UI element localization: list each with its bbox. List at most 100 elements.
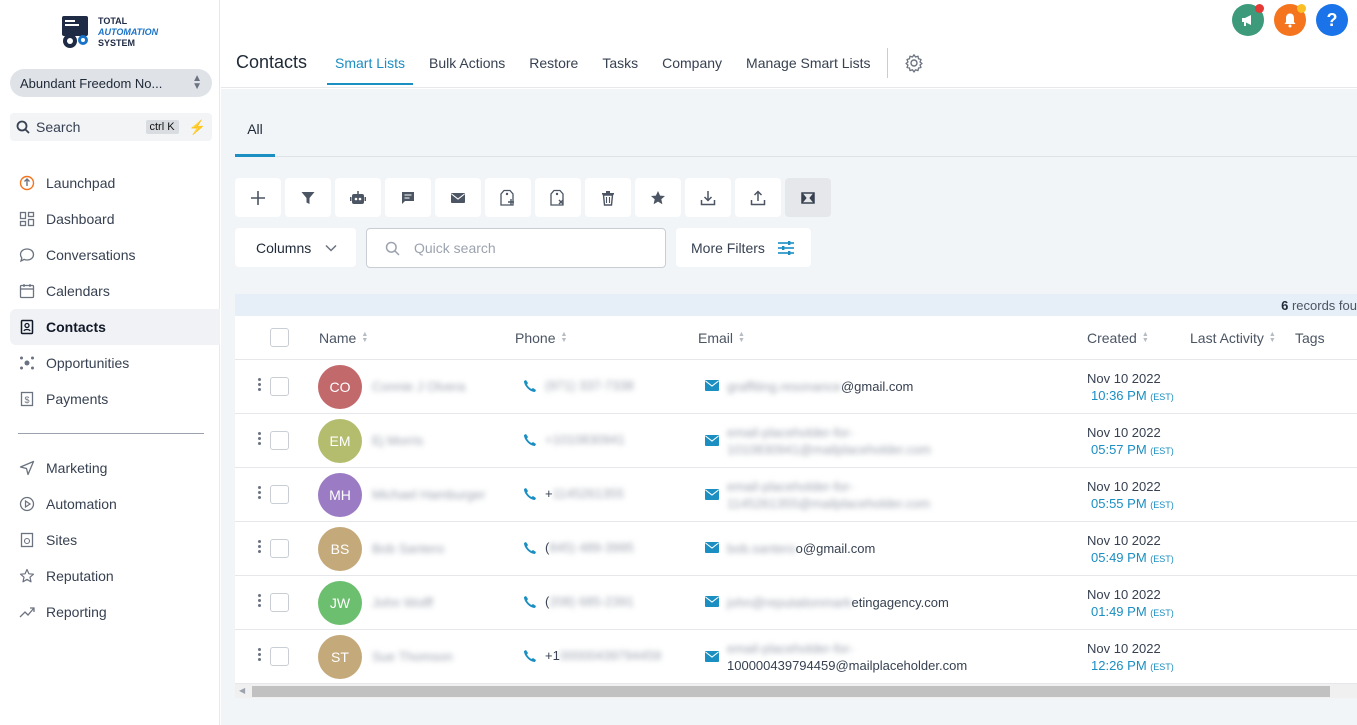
select-all-checkbox[interactable] xyxy=(270,328,289,347)
send-sms-button[interactable] xyxy=(385,178,431,217)
sidebar-item-sites[interactable]: Sites xyxy=(10,522,220,558)
column-header-tags[interactable]: Tags xyxy=(1295,330,1325,346)
tab-smart-lists[interactable]: Smart Lists xyxy=(327,45,414,85)
table-row[interactable]: EM Ej Morris +1010830941 email-placehold… xyxy=(235,414,1357,468)
sidebar-item-reporting[interactable]: Reporting xyxy=(10,594,220,630)
sidebar-item-contacts[interactable]: Contacts xyxy=(10,309,220,345)
sidebar-item-conversations[interactable]: Conversations xyxy=(10,237,220,273)
row-checkbox[interactable] xyxy=(270,593,289,612)
contact-name[interactable]: Sue Thomson xyxy=(372,649,453,664)
avatar[interactable]: JW xyxy=(318,581,362,625)
quick-action-bolt-icon[interactable]: ⚡ xyxy=(189,119,206,136)
contact-phone[interactable]: (845) 489-3995 xyxy=(523,540,634,555)
contact-phone[interactable]: +1010830941 xyxy=(523,432,625,447)
column-header-last-activity[interactable]: Last Activity ▲ ▼ xyxy=(1190,330,1276,346)
drag-handle-icon[interactable] xyxy=(258,594,261,607)
merge-contacts-button[interactable] xyxy=(785,178,831,217)
tab-restore[interactable]: Restore xyxy=(521,45,586,85)
drag-handle-icon[interactable] xyxy=(258,486,261,499)
horizontal-scrollbar[interactable]: ◀ xyxy=(235,684,1357,698)
add-contact-button[interactable] xyxy=(235,178,281,217)
tab-company[interactable]: Company xyxy=(654,45,730,85)
automation-button[interactable] xyxy=(335,178,381,217)
sidebar-item-opportunities[interactable]: Opportunities xyxy=(10,345,220,381)
created-date: Nov 10 2022 05:49 PM (EST) xyxy=(1087,533,1174,565)
created-date: Nov 10 2022 01:49 PM (EST) xyxy=(1087,587,1174,619)
created-date: Nov 10 2022 05:55 PM (EST) xyxy=(1087,479,1174,511)
contact-phone[interactable]: (208) 685-2391 xyxy=(523,594,634,609)
table-row[interactable]: CO Connie J Olvera (971) 337-7338 graffi… xyxy=(235,360,1357,414)
avatar[interactable]: MH xyxy=(318,473,362,517)
sidebar-item-launchpad[interactable]: Launchpad xyxy=(10,165,220,201)
sidebar-item-reputation[interactable]: Reputation xyxy=(10,558,220,594)
avatar[interactable]: CO xyxy=(318,365,362,409)
sort-icon: ▲ ▼ xyxy=(738,331,745,344)
table-row[interactable]: BS Bob Santero (845) 489-3995 bob.santer… xyxy=(235,522,1357,576)
quick-search-input[interactable] xyxy=(414,240,634,256)
location-switcher[interactable]: Abundant Freedom No... ▲ ▼ xyxy=(10,69,212,97)
row-checkbox[interactable] xyxy=(270,647,289,666)
contact-name[interactable]: Connie J Olvera xyxy=(372,379,465,394)
row-checkbox[interactable] xyxy=(270,431,289,450)
contact-name[interactable]: Michael Hamburger xyxy=(372,487,485,502)
contact-name[interactable]: Ej Morris xyxy=(372,433,423,448)
contact-name[interactable]: John Wolff xyxy=(372,595,433,610)
filter-icon xyxy=(300,190,316,206)
contact-email[interactable]: email-placeholder-for- 1145261355@mailpla… xyxy=(705,478,930,512)
contact-phone[interactable]: +1145261355 xyxy=(523,486,624,501)
avatar[interactable]: EM xyxy=(318,419,362,463)
brand-logo[interactable]: TOTAL AUTOMATION SYSTEM xyxy=(60,14,158,50)
table-row[interactable]: JW John Wolff (208) 685-2391 john@reputa… xyxy=(235,576,1357,630)
add-review-button[interactable] xyxy=(635,178,681,217)
column-header-phone[interactable]: Phone ▲ ▼ xyxy=(515,330,567,346)
column-header-email[interactable]: Email ▲ ▼ xyxy=(698,330,745,346)
contact-email[interactable]: email-placeholder-for- 1010830941@mailpla… xyxy=(705,424,931,458)
row-checkbox[interactable] xyxy=(270,539,289,558)
row-checkbox[interactable] xyxy=(270,377,289,396)
drag-handle-icon[interactable] xyxy=(258,540,261,553)
announcement-button[interactable] xyxy=(1232,4,1264,36)
avatar[interactable]: BS xyxy=(318,527,362,571)
sidebar-item-dashboard[interactable]: Dashboard xyxy=(10,201,220,237)
more-filters-button[interactable]: More Filters xyxy=(676,228,811,267)
contact-phone[interactable]: (971) 337-7338 xyxy=(523,378,634,393)
column-header-name[interactable]: Name ▲ ▼ xyxy=(319,330,368,346)
columns-dropdown[interactable]: Columns xyxy=(235,228,356,267)
delete-button[interactable] xyxy=(585,178,631,217)
sidebar-item-calendars[interactable]: Calendars xyxy=(10,273,220,309)
add-tag-button[interactable] xyxy=(485,178,531,217)
row-checkbox[interactable] xyxy=(270,485,289,504)
remove-tag-button[interactable] xyxy=(535,178,581,217)
filter-button[interactable] xyxy=(285,178,331,217)
avatar[interactable]: ST xyxy=(318,635,362,679)
table-row[interactable]: MH Michael Hamburger +1145261355 email-p… xyxy=(235,468,1357,522)
help-button[interactable]: ? xyxy=(1316,4,1348,36)
tab-manage-smart-lists[interactable]: Manage Smart Lists xyxy=(738,45,879,85)
contact-phone[interactable]: +100000439794459 xyxy=(523,648,661,663)
tab-bulk-actions[interactable]: Bulk Actions xyxy=(421,45,513,85)
sidebar-item-automation[interactable]: Automation xyxy=(10,486,220,522)
contact-email[interactable]: john@reputationmarketingagency.com xyxy=(705,594,949,611)
column-header-created[interactable]: Created ▲ ▼ xyxy=(1087,330,1149,346)
tab-tasks[interactable]: Tasks xyxy=(594,45,646,85)
sidebar-item-marketing[interactable]: Marketing xyxy=(10,450,220,486)
send-email-button[interactable] xyxy=(435,178,481,217)
updown-chevron-icon: ▲ ▼ xyxy=(192,73,202,92)
contact-email[interactable]: graffiting.resonance@gmail.com xyxy=(705,378,913,395)
scrollbar-thumb[interactable] xyxy=(252,686,1330,697)
tab-all[interactable]: All xyxy=(235,111,275,157)
contact-name[interactable]: Bob Santero xyxy=(372,541,444,556)
notifications-button[interactable] xyxy=(1274,4,1306,36)
contact-email[interactable]: bob.santeroo@gmail.com xyxy=(705,540,875,557)
table-row[interactable]: ST Sue Thomson +100000439794459 email-pl… xyxy=(235,630,1357,684)
export-button[interactable] xyxy=(735,178,781,217)
sidebar-item-payments[interactable]: $ Payments xyxy=(10,381,220,417)
sidebar-search[interactable]: Search ctrl K ⚡ xyxy=(10,113,212,141)
drag-handle-icon[interactable] xyxy=(258,432,261,445)
contact-email[interactable]: email-placeholder-for- 100000439794459@ma… xyxy=(705,640,967,674)
drag-handle-icon[interactable] xyxy=(258,378,261,391)
settings-gear-icon[interactable] xyxy=(896,45,932,81)
import-button[interactable] xyxy=(685,178,731,217)
drag-handle-icon[interactable] xyxy=(258,648,261,661)
scroll-left-arrow-icon[interactable]: ◀ xyxy=(239,686,245,695)
